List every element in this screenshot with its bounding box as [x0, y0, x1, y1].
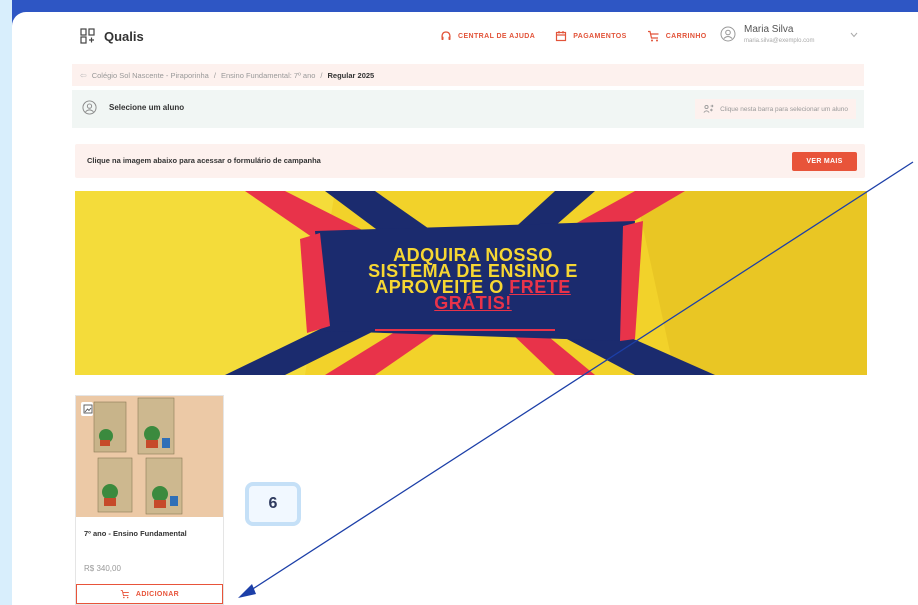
user-menu[interactable]: Maria Silva maria.silva@exemplo.com — [720, 24, 814, 44]
switch-user-icon — [703, 104, 714, 113]
breadcrumb-separator: / — [213, 70, 216, 80]
brand-logo[interactable]: Qualis — [80, 28, 144, 44]
top-nav: CENTRAL DE AJUDA PAGAMENTOS CARRINHO — [440, 30, 707, 42]
gallery-icon[interactable] — [83, 404, 93, 414]
book-stack-illustration — [76, 396, 223, 517]
user-name: Maria Silva — [744, 24, 794, 35]
student-selector-label: Selecione um aluno — [109, 103, 185, 112]
headset-icon — [441, 31, 451, 40]
user-avatar-icon — [720, 26, 736, 42]
back-arrow-icon[interactable]: ⇦ — [80, 71, 87, 80]
breadcrumb-item-school[interactable]: Colégio Sol Nascente - Piraporinha — [92, 71, 209, 80]
brand-name: Qualis — [104, 28, 144, 44]
student-selector-hint[interactable]: Clique nesta barra para selecionar um al… — [695, 99, 856, 119]
cart-icon — [647, 30, 659, 42]
see-more-button[interactable]: VER MAIS — [792, 152, 857, 171]
qualis-logo-icon — [80, 28, 95, 44]
breadcrumb-current: Regular 2025 — [327, 70, 375, 80]
product-title: 7º ano - Ensino Fundamental — [84, 529, 187, 538]
nav-payments[interactable]: PAGAMENTOS — [555, 30, 627, 42]
breadcrumb-separator: / — [320, 70, 323, 80]
banner-line-3b: FRETE — [509, 277, 571, 297]
page: Qualis CENTRAL DE AJUDA PAGAMENTOS CARRI… — [12, 12, 918, 605]
campaign-banner[interactable]: ADQUIRA NOSSO SISTEMA DE ENSINO E APROVE… — [75, 191, 867, 375]
product-image[interactable] — [76, 396, 223, 517]
banner-headline: ADQUIRA NOSSO SISTEMA DE ENSINO E APROVE… — [333, 246, 613, 313]
nav-cart-label: CARRINHO — [665, 32, 707, 40]
left-frame-band — [0, 0, 12, 605]
product-price: R$ 340,00 — [84, 564, 121, 573]
breadcrumb-item-grade[interactable]: Ensino Fundamental: 7º ano — [221, 71, 315, 80]
banner-line-4: GRÁTIS! — [434, 293, 512, 313]
product-card[interactable]: 7º ano - Ensino Fundamental R$ 340,00 AD… — [75, 395, 224, 605]
breadcrumb: ⇦ Colégio Sol Nascente - Piraporinha / E… — [72, 64, 864, 86]
chevron-down-icon[interactable] — [850, 32, 858, 38]
step-number-badge: 6 — [245, 482, 301, 526]
nav-cart[interactable]: CARRINHO — [647, 30, 707, 42]
student-selector-bar[interactable]: Selecione um aluno Clique nesta barra pa… — [72, 90, 864, 128]
student-avatar-icon — [82, 100, 97, 115]
calendar-icon — [556, 31, 567, 42]
add-to-cart-button[interactable]: ADICIONAR — [76, 584, 223, 604]
student-selector-hint-text: Clique nesta barra para selecionar um al… — [720, 105, 848, 113]
user-email: maria.silva@exemplo.com — [744, 38, 815, 44]
campaign-text: Clique na imagem abaixo para acessar o f… — [87, 156, 321, 165]
campaign-bar: Clique na imagem abaixo para acessar o f… — [75, 144, 865, 178]
nav-payments-label: PAGAMENTOS — [573, 32, 627, 40]
cart-icon — [120, 590, 129, 599]
nav-help-center-label: CENTRAL DE AJUDA — [458, 32, 536, 40]
add-to-cart-label: ADICIONAR — [135, 590, 180, 598]
nav-help-center[interactable]: CENTRAL DE AJUDA — [440, 30, 535, 42]
